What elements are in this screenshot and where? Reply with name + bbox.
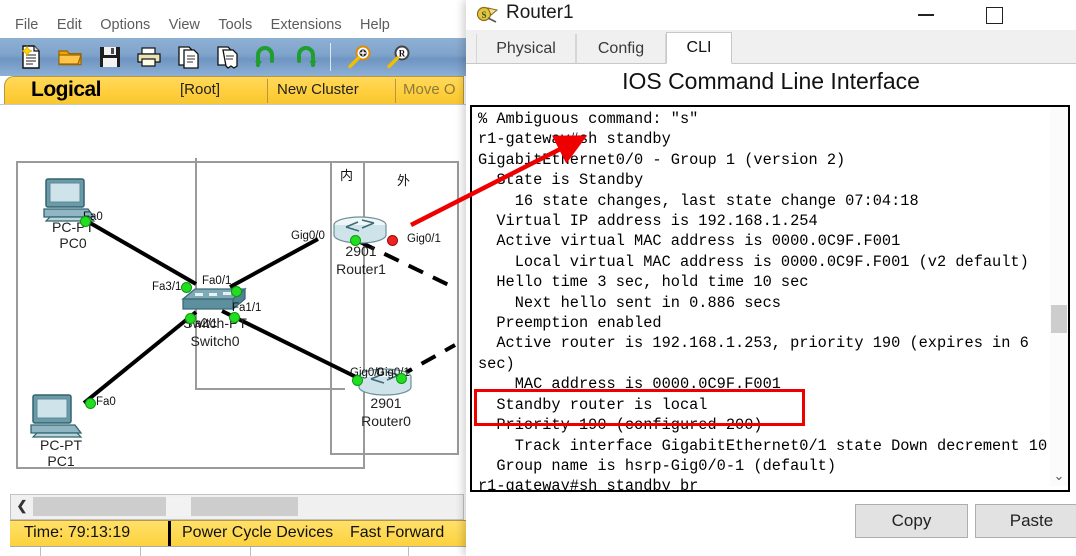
link-status-dot	[181, 282, 192, 293]
status-divider	[168, 521, 171, 546]
tab-cli[interactable]: CLI	[666, 32, 732, 64]
cli-vertical-scrollbar[interactable]: ⌄	[1050, 107, 1068, 486]
root-label: [Root]	[180, 81, 221, 98]
new-file-icon[interactable]	[16, 42, 46, 72]
menu-item-extensions[interactable]: Extensions	[264, 13, 349, 37]
link-status-dot	[185, 313, 196, 324]
new-cluster-button[interactable]: New Cluster	[277, 81, 359, 98]
menu-item-edit[interactable]: Edit	[50, 13, 89, 37]
menu-item-file[interactable]: File	[8, 13, 45, 37]
svg-text:R: R	[399, 49, 406, 59]
device-router1-hostname: Router1	[336, 261, 386, 277]
link-status-dot	[396, 373, 407, 384]
divider	[395, 79, 396, 103]
undo-icon[interactable]	[251, 42, 281, 72]
menu-item-help[interactable]: Help	[353, 13, 397, 37]
copy-button[interactable]: Copy	[855, 504, 968, 538]
simulation-status-bar: Time: 79:13:19 Power Cycle Devices Fast …	[10, 520, 466, 547]
menu-item-tools[interactable]: Tools	[211, 13, 259, 37]
link-status-dot	[229, 312, 240, 323]
save-icon[interactable]	[95, 42, 125, 72]
palette-cell	[140, 547, 251, 556]
divider	[267, 79, 268, 103]
palette-cell	[40, 547, 141, 556]
link-status-dot	[350, 235, 361, 246]
device-router1[interactable]: 2901 Router1	[330, 215, 392, 283]
device-switch0-hostname: Switch0	[190, 333, 240, 349]
cli-output-panel[interactable]: % Ambiguous command: "s" r1-gateway#sh s…	[470, 105, 1070, 492]
scrollbar-track[interactable]	[1050, 107, 1068, 486]
iface-label-router1-gig0-0: Gig0/0	[291, 230, 325, 242]
copy-icon[interactable]	[173, 42, 203, 72]
topology-canvas[interactable]: 内 外 PC-PT PC0 Fa0 Switch-PT Switch0 Fa3/…	[0, 104, 466, 495]
fast-forward-button[interactable]: Fast Forward	[350, 524, 444, 542]
link-status-dot	[231, 286, 242, 297]
router-app-icon: S	[476, 4, 499, 26]
router-window-title: Router1	[506, 2, 574, 23]
paste-icon[interactable]	[212, 42, 242, 72]
link-status-dot	[352, 375, 363, 386]
maximize-button[interactable]	[971, 0, 1017, 30]
menu-item-options[interactable]: Options	[93, 13, 157, 37]
bottom-palette-strip	[10, 546, 466, 556]
tab-physical[interactable]: Physical	[476, 34, 576, 63]
logical-tab-bar: Logical [Root] New Cluster Move O	[0, 76, 466, 105]
device-router0-hostname: Router0	[361, 413, 411, 429]
svg-text:S: S	[481, 10, 486, 20]
router1-device-window: S Router1 Physical Config CLI IOS Comman…	[466, 0, 1076, 556]
move-object-button[interactable]: Move O	[403, 81, 456, 98]
scroll-down-button[interactable]: ⌄	[1050, 466, 1068, 486]
link-status-dot	[85, 398, 96, 409]
router-window-tabs: Physical Config CLI	[466, 30, 1076, 64]
device-router0-model: 2901	[370, 395, 402, 411]
iface-label-switch0-fa0-1: Fa0/1	[202, 275, 232, 287]
scrollbar-thumb[interactable]	[33, 497, 298, 516]
print-icon[interactable]	[134, 42, 164, 72]
main-toolbar: R	[0, 38, 466, 77]
redo-icon[interactable]	[290, 42, 320, 72]
palette-cell	[408, 547, 466, 556]
scroll-left-button[interactable]: ❮	[11, 495, 33, 517]
canvas-horizontal-scrollbar[interactable]: ❮	[10, 494, 464, 520]
iface-label-router1-gig0-1: Gig0/1	[407, 233, 441, 245]
open-folder-icon[interactable]	[55, 42, 85, 72]
zoom-reset-icon[interactable]: R	[384, 42, 414, 72]
scrollbar-thumb[interactable]	[1051, 305, 1067, 333]
tab-config[interactable]: Config	[576, 34, 666, 63]
palette-cell	[250, 547, 386, 556]
annotation-highlight-box	[474, 389, 805, 426]
cli-output-text: % Ambiguous command: "s" r1-gateway#sh s…	[478, 110, 1048, 492]
device-pc0[interactable]: PC-PT PC0	[38, 177, 108, 251]
power-cycle-devices-button[interactable]: Power Cycle Devices	[182, 524, 333, 542]
device-pc1-hostname: PC1	[47, 453, 75, 469]
menu-bar: File Edit Options View Tools Extensions …	[0, 13, 466, 39]
screen: File Edit Options View Tools Extensions …	[0, 0, 1076, 556]
menu-item-view[interactable]: View	[162, 13, 207, 37]
iface-label-pc1-fa0: Fa0	[96, 396, 116, 408]
iface-label-switch0-fa3-1: Fa3/1	[152, 281, 182, 293]
cli-heading: IOS Command Line Interface	[622, 68, 920, 94]
link-status-dot	[80, 216, 91, 227]
router-window-titlebar[interactable]: S Router1	[466, 0, 1076, 30]
toolbar-separator	[330, 43, 331, 71]
paste-button[interactable]: Paste	[975, 504, 1076, 538]
device-pc0-hostname: PC0	[59, 235, 87, 251]
logical-tab[interactable]: Logical [Root] New Cluster Move O	[4, 76, 464, 105]
simulation-time: Time: 79:13:19	[24, 524, 131, 541]
device-pc1-model: PC-PT	[40, 437, 82, 453]
packet-tracer-window: File Edit Options View Tools Extensions …	[0, 0, 467, 556]
link-status-dot-down	[387, 235, 398, 246]
minimize-button[interactable]	[903, 0, 949, 30]
device-router1-model: 2901	[345, 243, 377, 259]
logical-label: Logical	[31, 78, 102, 101]
zoom-in-icon[interactable]	[345, 42, 375, 72]
pt-title-strip	[0, 0, 466, 13]
